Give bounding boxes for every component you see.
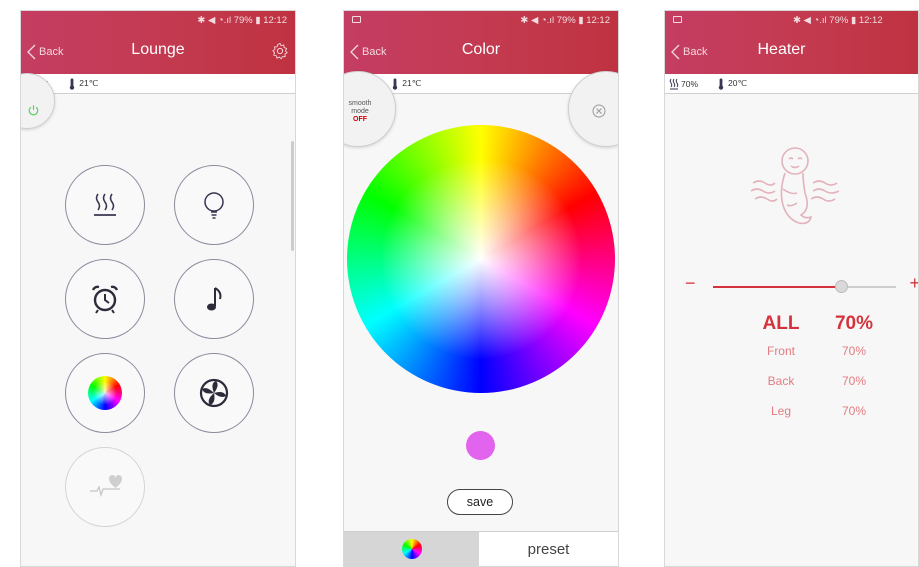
decrease-button[interactable]: − bbox=[685, 273, 696, 294]
baby-body-icon bbox=[750, 147, 840, 225]
zone-value: 70% bbox=[841, 344, 867, 358]
page-title: Heater bbox=[757, 41, 806, 58]
tab-bar: preset bbox=[344, 531, 618, 566]
zone-name: Back bbox=[767, 374, 795, 388]
alarm-button[interactable] bbox=[65, 259, 145, 339]
color-screen: ✱ ◀ ◔.ıl 79% ▮ 12:12 Back Color 0% 21℃ s… bbox=[343, 10, 619, 567]
temperature: 20℃ bbox=[716, 78, 747, 90]
music-button[interactable] bbox=[174, 259, 254, 339]
header: ✱ ◀ ◔.ıl 79% ▮ 12:12 Back Heater bbox=[665, 11, 918, 74]
tab-preset[interactable]: preset bbox=[479, 532, 618, 566]
thermometer-icon bbox=[393, 78, 398, 90]
temperature: 21℃ bbox=[390, 78, 421, 90]
zone-name: Front bbox=[766, 344, 795, 358]
heartbeat-icon bbox=[90, 475, 122, 498]
color-wheel-icon bbox=[88, 376, 122, 410]
fan-button[interactable] bbox=[174, 353, 254, 433]
nav-bar: Back Lounge bbox=[21, 31, 295, 74]
nav-bar: Back Heater bbox=[665, 31, 918, 74]
heat-level: 70% bbox=[669, 78, 698, 90]
nav-bar: Back Color bbox=[344, 31, 618, 74]
tab-color-wheel[interactable] bbox=[344, 532, 479, 566]
temp-value: 21℃ bbox=[402, 78, 422, 88]
smooth-label-line2: mode bbox=[351, 108, 369, 115]
slider-thumb[interactable] bbox=[835, 280, 849, 293]
header: ✱ ◀ ◔.ıl 79% ▮ 12:12 Back Lounge bbox=[21, 11, 295, 74]
zone-value: 70% bbox=[841, 404, 867, 418]
zone-value: 70% bbox=[834, 313, 874, 334]
status-bar: ✱ ◀ ◔.ıl 79% ▮ 12:12 bbox=[197, 15, 287, 26]
heat-waves-icon bbox=[669, 78, 679, 89]
heat-slider[interactable] bbox=[713, 280, 896, 293]
smooth-mode-state: OFF bbox=[353, 116, 367, 123]
selected-color-swatch[interactable] bbox=[466, 431, 495, 460]
heater-icon bbox=[94, 193, 116, 216]
zone-value: 70% bbox=[841, 374, 867, 388]
color-wheel[interactable] bbox=[347, 125, 615, 393]
temp-value: 21℃ bbox=[79, 78, 99, 88]
lounge-screen: ✱ ◀ ◔.ıl 79% ▮ 12:12 Back Lounge 0% 21℃ bbox=[20, 10, 296, 567]
heater-button[interactable] bbox=[65, 165, 145, 245]
light-button[interactable] bbox=[174, 165, 254, 245]
zone-name: ALL bbox=[762, 313, 800, 334]
thermometer-icon bbox=[718, 78, 724, 90]
status-bar: ✱ ◀ ◔.ıl 79% ▮ 12:12 bbox=[520, 15, 610, 26]
temp-value: 20℃ bbox=[728, 78, 748, 88]
color-button[interactable] bbox=[65, 353, 145, 433]
page-title: Lounge bbox=[131, 41, 185, 58]
scrollbar[interactable] bbox=[291, 141, 294, 251]
close-icon bbox=[592, 104, 606, 118]
music-note-icon bbox=[207, 287, 222, 311]
slider-fill bbox=[713, 286, 842, 288]
info-bar: 0% 21℃ bbox=[21, 74, 295, 94]
smooth-label-line1: smooth bbox=[348, 100, 372, 107]
heartbeat-button[interactable] bbox=[65, 447, 145, 527]
thermometer-icon bbox=[70, 78, 75, 90]
color-wheel-icon bbox=[401, 539, 422, 559]
increase-button[interactable]: + bbox=[909, 273, 918, 294]
alarm-clock-icon bbox=[91, 285, 119, 314]
heat-value: 70% bbox=[681, 78, 699, 89]
status-bar: ✱ ◀ ◔.ıl 79% ▮ 12:12 bbox=[793, 15, 883, 26]
heater-screen: ✱ ◀ ◔.ıl 79% ▮ 12:12 Back Heater 70% 20℃ bbox=[664, 10, 919, 567]
header: ✱ ◀ ◔.ıl 79% ▮ 12:12 Back Color bbox=[344, 11, 618, 74]
gear-icon[interactable] bbox=[271, 42, 289, 60]
info-bar: 70% 20℃ bbox=[665, 74, 918, 94]
bulb-icon bbox=[204, 192, 224, 219]
zone-name: Leg bbox=[770, 404, 792, 418]
power-icon bbox=[28, 105, 39, 116]
smooth-mode-label: smooth mode OFF bbox=[346, 100, 374, 124]
save-button[interactable]: save bbox=[447, 489, 513, 515]
fan-icon bbox=[199, 378, 229, 408]
temperature: 21℃ bbox=[67, 78, 98, 90]
page-title: Color bbox=[461, 41, 501, 58]
